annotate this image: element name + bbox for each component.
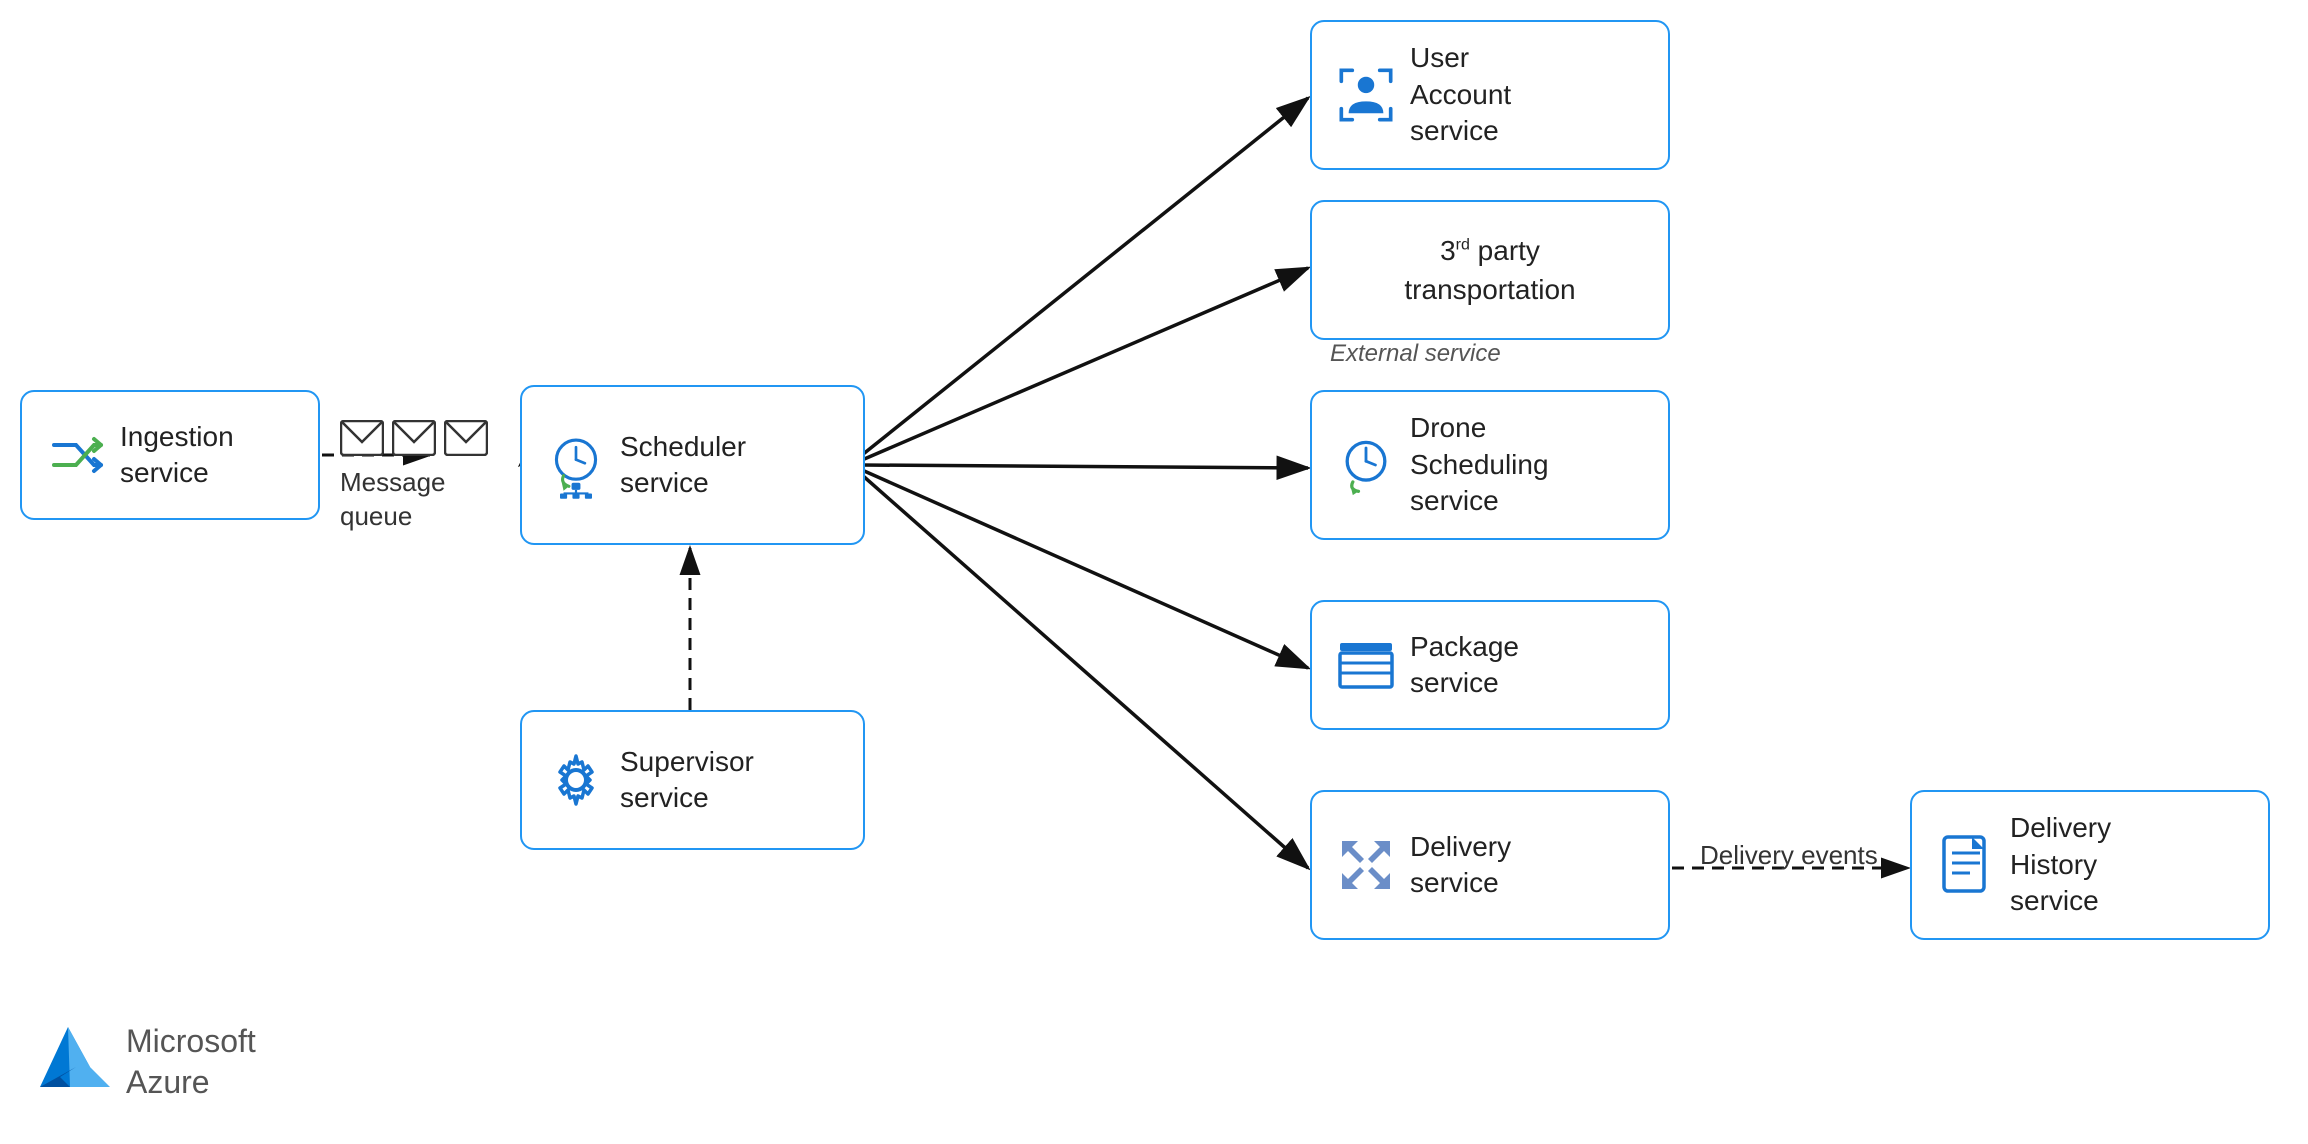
message-queue-label: Messagequeue <box>340 466 446 534</box>
package-service-box: Packageservice <box>1310 600 1670 730</box>
arrows-canvas <box>0 0 2308 1144</box>
drone-scheduling-service-box: DroneSchedulingservice <box>1310 390 1670 540</box>
external-service-label: External service <box>1330 340 1501 368</box>
supervisor-icon <box>544 748 608 812</box>
scheduler-service-label: Schedulerservice <box>620 429 746 502</box>
user-account-icon <box>1334 63 1398 127</box>
delivery-icon <box>1334 833 1398 897</box>
scheduler-icon <box>544 433 608 497</box>
supervisor-service-label: Supervisorservice <box>620 744 754 817</box>
drone-scheduling-service-label: DroneSchedulingservice <box>1410 410 1549 519</box>
ingestion-service-label: Ingestionservice <box>120 419 234 492</box>
azure-logo-text: MicrosoftAzure <box>126 1021 256 1104</box>
user-account-service-label: UserAccountservice <box>1410 40 1511 149</box>
drone-scheduling-icon <box>1334 433 1398 497</box>
azure-logo: MicrosoftAzure <box>40 1021 256 1104</box>
ingestion-icon <box>44 423 108 487</box>
supervisor-service-box: Supervisorservice <box>520 710 865 850</box>
scheduler-service-box: Schedulerservice <box>520 385 865 545</box>
third-party-service-box: 3rd partytransportation <box>1310 200 1670 340</box>
message-queue-icons <box>340 420 488 456</box>
package-icon <box>1334 633 1398 697</box>
delivery-history-icon <box>1934 833 1998 897</box>
delivery-history-service-label: DeliveryHistoryservice <box>2010 810 2111 919</box>
package-service-label: Packageservice <box>1410 629 1519 702</box>
user-account-service-box: UserAccountservice <box>1310 20 1670 170</box>
delivery-service-box: Deliveryservice <box>1310 790 1670 940</box>
third-party-label: 3rd partytransportation <box>1404 231 1575 309</box>
delivery-events-label: Delivery events <box>1700 840 1878 871</box>
delivery-service-label: Deliveryservice <box>1410 829 1511 902</box>
delivery-history-service-box: DeliveryHistoryservice <box>1910 790 2270 940</box>
ingestion-service-box: Ingestionservice <box>20 390 320 520</box>
